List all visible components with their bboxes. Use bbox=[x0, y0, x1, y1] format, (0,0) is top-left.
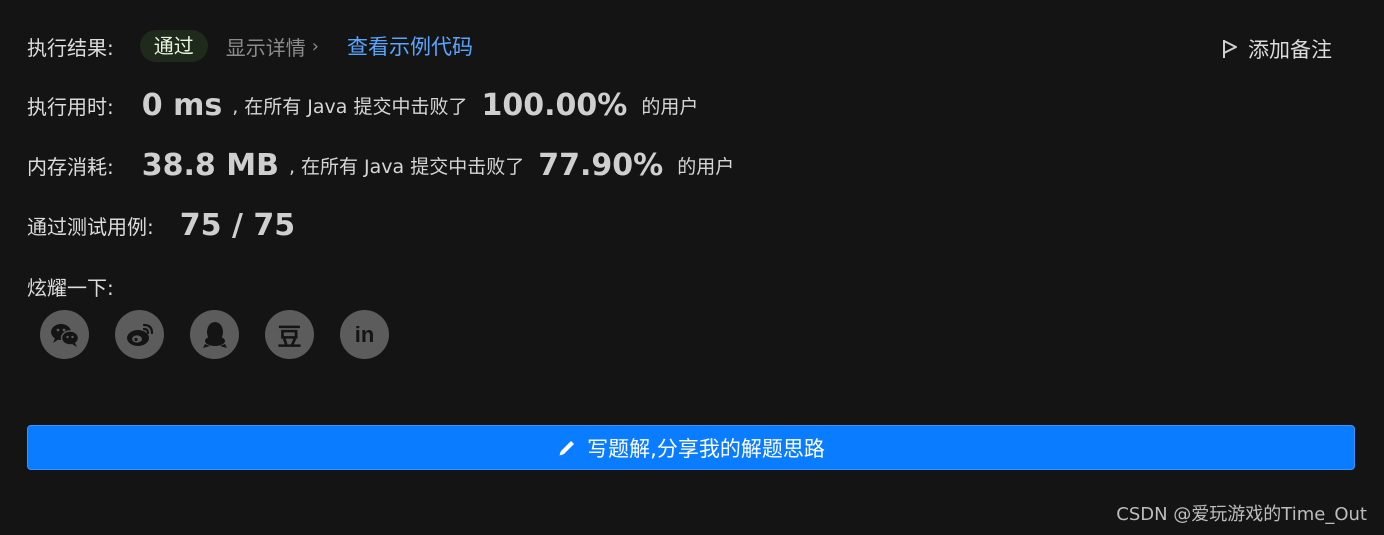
flag-icon bbox=[1223, 40, 1237, 58]
status-badge: 通过 bbox=[139, 30, 208, 62]
tests-value: 75 / 75 bbox=[179, 208, 296, 243]
show-details-label: 显示详情 bbox=[225, 35, 306, 60]
wechat-icon[interactable] bbox=[40, 310, 89, 359]
tests-label: 通过测试用例: bbox=[27, 215, 154, 239]
runtime-percent: 100.00% bbox=[481, 88, 628, 123]
memory-middle-text: , 在所有 Java 提交中击败了 bbox=[288, 156, 525, 178]
watermark: CSDN @爱玩游戏的Time_Out bbox=[1116, 504, 1367, 525]
tests-row: 通过测试用例: 75 / 75 bbox=[27, 208, 305, 243]
douban-icon[interactable]: 豆 bbox=[265, 310, 314, 359]
view-example-code-link[interactable]: 查看示例代码 bbox=[347, 31, 473, 61]
memory-suffix: 的用户 bbox=[677, 156, 735, 178]
runtime-value: 0 ms bbox=[141, 88, 223, 123]
chevron-right-icon: › bbox=[311, 35, 319, 57]
show-details-link[interactable]: 显示详情 › bbox=[226, 32, 319, 61]
write-solution-button[interactable]: 写题解,分享我的解题思路 bbox=[27, 425, 1355, 470]
runtime-suffix: 的用户 bbox=[641, 96, 699, 118]
add-note-button[interactable]: 添加备注 bbox=[1222, 34, 1332, 64]
result-label: 执行结果: bbox=[27, 35, 114, 60]
result-row: 执行结果: 通过 显示详情 › 查看示例代码 bbox=[27, 30, 473, 62]
linkedin-glyph: in bbox=[354, 321, 375, 347]
memory-percent: 77.90% bbox=[538, 148, 664, 183]
add-note-label: 添加备注 bbox=[1248, 38, 1332, 62]
runtime-label: 执行用时: bbox=[27, 95, 114, 119]
submission-result-panel: 执行结果: 通过 显示详情 › 查看示例代码 添加备注 执行用时: 0 ms ,… bbox=[0, 0, 1384, 535]
memory-value: 38.8 MB bbox=[141, 148, 279, 183]
write-solution-label: 写题解,分享我的解题思路 bbox=[587, 436, 825, 461]
pencil-icon bbox=[559, 440, 575, 455]
share-label: 炫耀一下: bbox=[27, 276, 114, 300]
qq-icon[interactable] bbox=[190, 310, 239, 359]
memory-label: 内存消耗: bbox=[27, 155, 114, 179]
share-buttons: 豆 in bbox=[40, 310, 389, 359]
share-row-label: 炫耀一下: bbox=[27, 272, 114, 301]
linkedin-icon[interactable]: in bbox=[340, 310, 389, 359]
douban-glyph: 豆 bbox=[277, 323, 302, 351]
runtime-row: 执行用时: 0 ms , 在所有 Java 提交中击败了 100.00% 的用户 bbox=[27, 88, 698, 123]
weibo-icon[interactable] bbox=[115, 310, 164, 359]
memory-row: 内存消耗: 38.8 MB , 在所有 Java 提交中击败了 77.90% 的… bbox=[27, 148, 734, 183]
runtime-middle-text: , 在所有 Java 提交中击败了 bbox=[232, 96, 468, 118]
